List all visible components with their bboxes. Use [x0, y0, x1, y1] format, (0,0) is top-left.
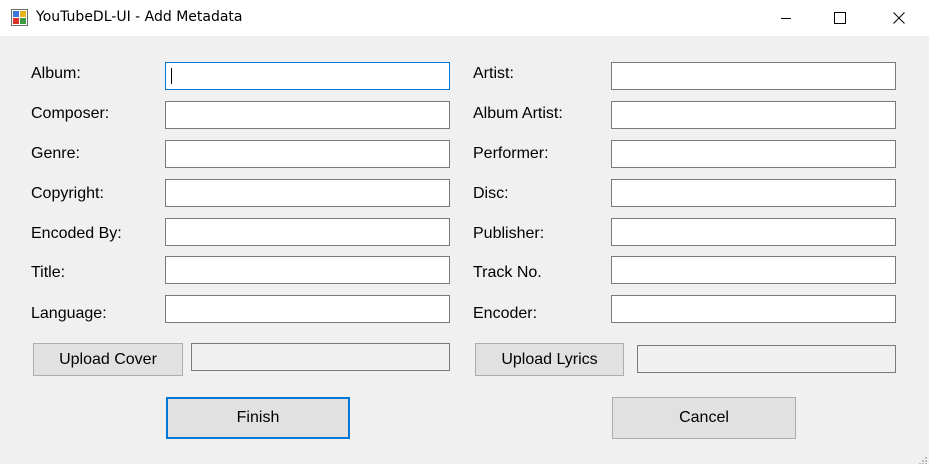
cover-path-field: [191, 343, 450, 371]
minimize-icon: [781, 18, 791, 19]
title-label: Title:: [31, 264, 66, 281]
encoded-by-label: Encoded By:: [31, 225, 122, 242]
encoder-field[interactable]: [611, 295, 896, 323]
language-label: Language:: [31, 305, 107, 322]
album-field[interactable]: [165, 62, 450, 90]
artist-label: Artist:: [473, 65, 514, 82]
close-icon: [893, 12, 905, 24]
genre-label: Genre:: [31, 145, 80, 162]
window-title: YouTubeDL-UI - Add Metadata: [36, 9, 243, 25]
copyright-label: Copyright:: [31, 185, 104, 202]
disc-label: Disc:: [473, 185, 509, 202]
album-label: Album:: [31, 65, 81, 82]
add-metadata-window: YouTubeDL-UI - Add Metadata Album: Compo…: [0, 0, 929, 464]
app-icon[interactable]: [11, 9, 28, 26]
artist-field[interactable]: [611, 62, 896, 90]
composer-field[interactable]: [165, 101, 450, 129]
performer-field[interactable]: [611, 140, 896, 168]
maximize-button[interactable]: [817, 0, 863, 36]
track-no-field[interactable]: [611, 256, 896, 284]
composer-label: Composer:: [31, 105, 110, 122]
minimize-button[interactable]: [763, 0, 809, 36]
encoded-by-field[interactable]: [165, 218, 450, 246]
copyright-field[interactable]: [165, 179, 450, 207]
text-caret: [171, 68, 172, 84]
publisher-label: Publisher:: [473, 225, 545, 242]
maximize-icon: [834, 12, 846, 24]
disc-field[interactable]: [611, 179, 896, 207]
genre-field[interactable]: [165, 140, 450, 168]
close-button[interactable]: [876, 0, 922, 36]
publisher-field[interactable]: [611, 218, 896, 246]
finish-button[interactable]: Finish: [166, 397, 350, 439]
performer-label: Performer:: [473, 145, 549, 162]
album-artist-label: Album Artist:: [473, 105, 563, 122]
cancel-button[interactable]: Cancel: [612, 397, 796, 439]
album-artist-field[interactable]: [611, 101, 896, 129]
track-no-label: Track No.: [473, 264, 542, 281]
title-bar[interactable]: YouTubeDL-UI - Add Metadata: [0, 0, 929, 36]
upload-lyrics-button[interactable]: Upload Lyrics: [475, 343, 624, 376]
resize-grip-icon[interactable]: [917, 452, 927, 464]
encoder-label: Encoder:: [473, 305, 538, 322]
title-field[interactable]: [165, 256, 450, 284]
lyrics-path-field: [637, 345, 896, 373]
upload-cover-button[interactable]: Upload Cover: [33, 343, 183, 376]
language-field[interactable]: [165, 295, 450, 323]
